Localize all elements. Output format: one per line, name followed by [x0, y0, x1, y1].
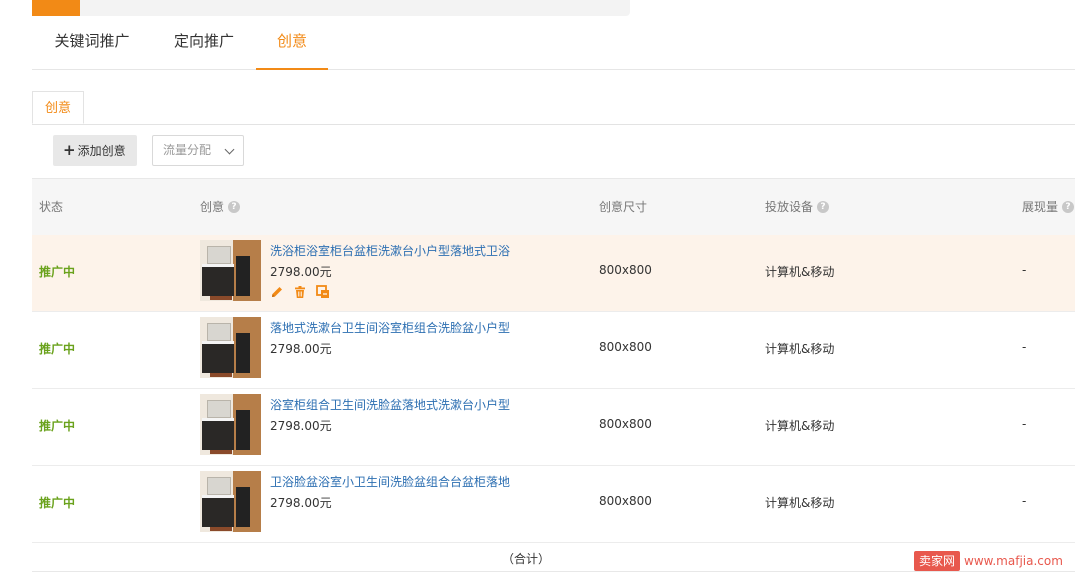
sub-tab-bar: 创意 — [32, 91, 1075, 125]
header-impressions-label: 展现量 — [1022, 200, 1059, 214]
traffic-allocation-value: 流量分配 — [163, 143, 212, 157]
help-icon[interactable]: ? — [1062, 200, 1075, 213]
top-bar — [32, 0, 630, 16]
traffic-allocation-dropdown[interactable]: 流量分配 — [152, 135, 244, 166]
table-row[interactable]: 推广中 卫浴脸盆浴室小卫生间洗脸盆组合台盆柜落地 2798.00元 800x80… — [32, 466, 1075, 543]
header-impressions: 展现量? — [1022, 179, 1075, 236]
creative-title-link[interactable]: 落地式洗漱台卫生间浴室柜组合洗脸盆小户型 — [270, 319, 510, 336]
trash-icon[interactable] — [293, 285, 307, 299]
replace-icon[interactable] — [316, 285, 330, 299]
product-thumbnail[interactable] — [200, 471, 261, 532]
main-tab-bar: 关键词推广 定向推广 创意 — [32, 16, 1075, 70]
impressions-value: - — [1022, 417, 1027, 431]
delivery-device: 计算机&移动 — [765, 265, 835, 279]
creative-title-link[interactable]: 浴室柜组合卫生间洗脸盆落地式洗漱台小户型 — [270, 396, 510, 413]
creative-size: 800x800 — [599, 494, 652, 508]
table-row[interactable]: 推广中 浴室柜组合卫生间洗脸盆落地式洗漱台小户型 2798.00元 800x80… — [32, 389, 1075, 466]
impressions-value: - — [1022, 340, 1027, 354]
watermark: 卖家网 www.mafjia.com — [914, 551, 1063, 571]
delivery-device: 计算机&移动 — [765, 419, 835, 433]
add-creative-button[interactable]: + 添加创意 — [53, 135, 137, 166]
creative-title-link[interactable]: 洗浴柜浴室柜台盆柜洗漱台小户型落地式卫浴 — [270, 242, 510, 259]
creative-size: 800x800 — [599, 263, 652, 277]
impressions-value: - — [1022, 494, 1027, 508]
tab-creative[interactable]: 创意 — [256, 16, 328, 70]
status-label: 推广中 — [39, 496, 76, 510]
total-label: （合计） — [502, 552, 551, 566]
help-icon[interactable]: ? — [817, 200, 830, 213]
creative-title-link[interactable]: 卫浴脸盆浴室小卫生间洗脸盆组合台盆柜落地 — [270, 473, 510, 490]
top-bar-accent — [32, 0, 80, 16]
status-label: 推广中 — [39, 265, 76, 279]
product-thumbnail[interactable] — [200, 394, 261, 455]
watermark-badge: 卖家网 — [914, 551, 961, 571]
creative-price: 2798.00元 — [270, 419, 332, 433]
header-creative-label: 创意 — [200, 200, 225, 214]
chevron-down-icon — [224, 144, 235, 155]
creative-price: 2798.00元 — [270, 265, 332, 279]
creative-size: 800x800 — [599, 340, 652, 354]
status-label: 推广中 — [39, 419, 76, 433]
table-row[interactable]: 推广中 落地式洗漱台卫生间浴室柜组合洗脸盆小户型 2798.00元 800x80… — [32, 312, 1075, 389]
product-thumbnail[interactable] — [200, 317, 261, 378]
delivery-device: 计算机&移动 — [765, 342, 835, 356]
header-status: 状态 — [39, 200, 64, 214]
table-row[interactable]: 推广中 洗浴柜浴室柜台盆柜洗漱台小户型落地式卫浴 2798.00元 800x80… — [32, 235, 1075, 312]
pencil-icon[interactable] — [270, 285, 284, 299]
table-header: 状态 创意? 创意尺寸 投放设备? 展现量? — [32, 178, 1075, 236]
status-label: 推广中 — [39, 342, 76, 356]
sub-tab-creative[interactable]: 创意 — [32, 91, 84, 124]
add-creative-label: 添加创意 — [77, 144, 126, 158]
impressions-value: - — [1022, 263, 1027, 277]
header-device: 投放设备? — [765, 179, 830, 236]
creative-price: 2798.00元 — [270, 496, 332, 510]
help-icon[interactable]: ? — [228, 200, 241, 213]
creative-size: 800x800 — [599, 417, 652, 431]
tab-keyword-promotion[interactable]: 关键词推广 — [52, 16, 132, 69]
plus-icon: + — [63, 141, 76, 159]
creative-price: 2798.00元 — [270, 342, 332, 356]
header-device-label: 投放设备 — [765, 200, 814, 214]
watermark-url: www.mafjia.com — [964, 554, 1063, 568]
header-creative: 创意? — [200, 179, 241, 236]
delivery-device: 计算机&移动 — [765, 496, 835, 510]
tab-targeted-promotion[interactable]: 定向推广 — [172, 16, 236, 69]
product-thumbnail[interactable] — [200, 240, 261, 301]
header-size: 创意尺寸 — [599, 200, 648, 214]
